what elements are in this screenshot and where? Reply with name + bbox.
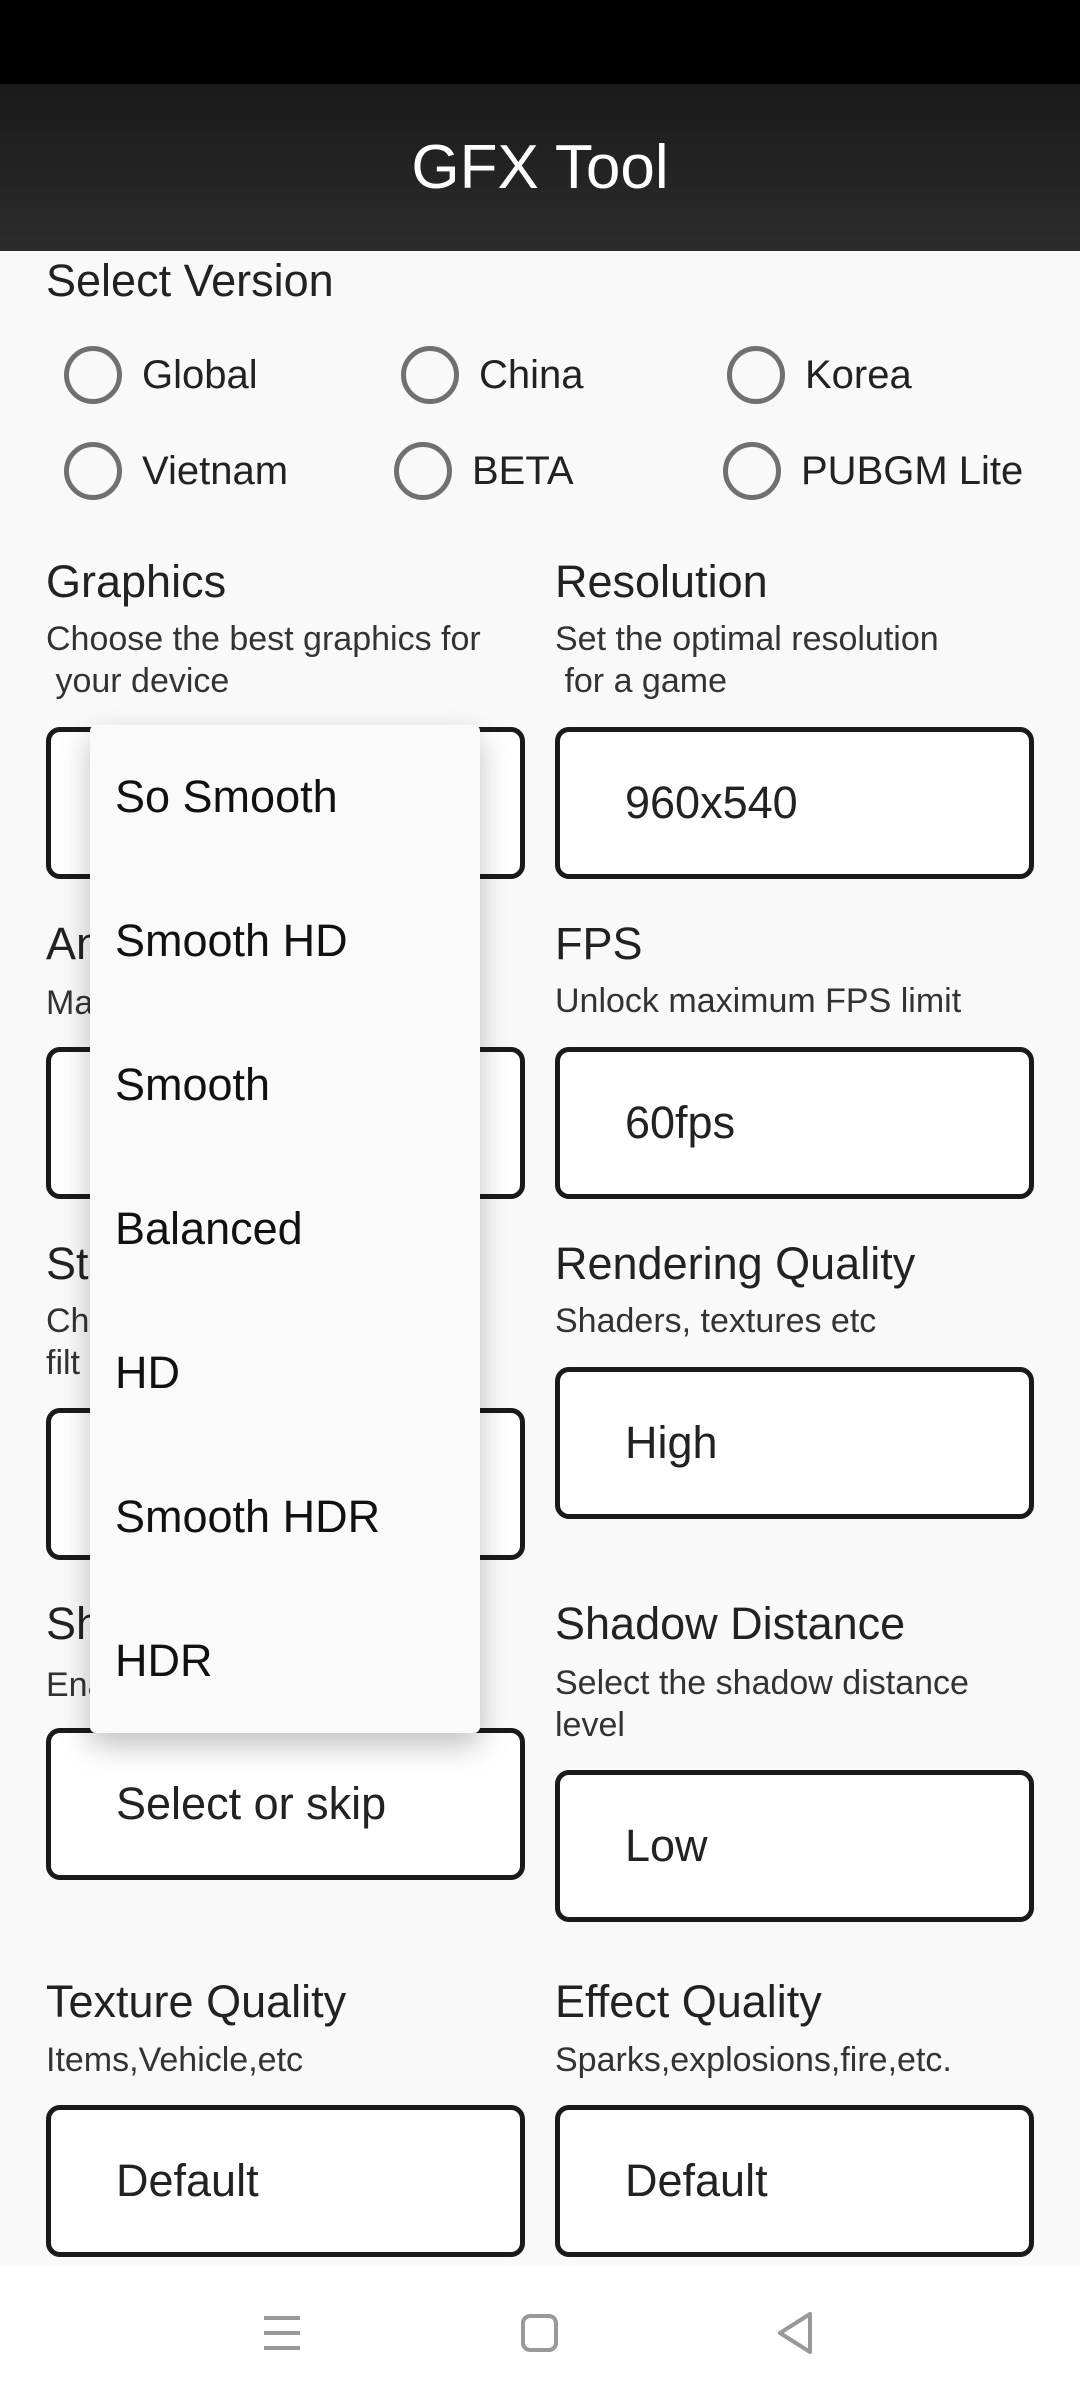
shadows-select[interactable]: Select or skip bbox=[46, 1728, 525, 1880]
rendering-quality-label: Rendering Quality bbox=[555, 1238, 916, 1289]
radio-pubgm-lite[interactable]: PUBGM Lite bbox=[723, 442, 1023, 500]
antialiasing-desc: Ma bbox=[46, 984, 94, 1022]
radio-circle-icon bbox=[723, 442, 781, 500]
radio-global[interactable]: Global bbox=[64, 346, 258, 404]
radio-circle-icon bbox=[727, 346, 785, 404]
radio-circle-icon bbox=[394, 442, 452, 500]
option-so-smooth[interactable]: So Smooth bbox=[90, 725, 480, 869]
resolution-select[interactable]: 960x540 bbox=[555, 727, 1034, 879]
fps-label: FPS bbox=[555, 918, 643, 969]
option-smooth-hdr[interactable]: Smooth HDR bbox=[90, 1445, 480, 1589]
option-smooth-hd[interactable]: Smooth HD bbox=[90, 869, 480, 1013]
rendering-quality-desc: Shaders, textures etc bbox=[555, 1302, 877, 1340]
radio-vietnam[interactable]: Vietnam bbox=[64, 442, 288, 500]
resolution-label: Resolution bbox=[555, 556, 768, 607]
texture-quality-desc: Items,Vehicle,etc bbox=[46, 2041, 304, 2079]
fps-desc: Unlock maximum FPS limit bbox=[555, 982, 962, 1020]
effect-quality-label: Effect Quality bbox=[555, 1976, 822, 2027]
rendering-quality-select[interactable]: High bbox=[555, 1367, 1034, 1519]
select-version-label: Select Version bbox=[46, 255, 334, 306]
effect-quality-desc: Sparks,explosions,fire,etc. bbox=[555, 2041, 952, 2079]
radio-circle-icon bbox=[64, 346, 122, 404]
texture-quality-select[interactable]: Default bbox=[46, 2105, 525, 2257]
navigation-bar bbox=[0, 2265, 1080, 2400]
app-title: GFX Tool bbox=[411, 133, 669, 202]
radio-beta[interactable]: BETA bbox=[394, 442, 574, 500]
back-icon[interactable] bbox=[776, 2311, 816, 2355]
shadow-distance-select[interactable]: Low bbox=[555, 1770, 1034, 1922]
radio-china[interactable]: China bbox=[401, 346, 584, 404]
radio-korea[interactable]: Korea bbox=[727, 346, 912, 404]
shadow-distance-label: Shadow Distance bbox=[555, 1598, 906, 1649]
shadow-distance-desc: Select the shadow distance level bbox=[555, 1664, 969, 1744]
fps-select[interactable]: 60fps bbox=[555, 1047, 1034, 1199]
option-smooth[interactable]: Smooth bbox=[90, 1013, 480, 1157]
style-label: St bbox=[46, 1238, 89, 1289]
status-bar bbox=[0, 0, 1080, 84]
radio-circle-icon bbox=[64, 442, 122, 500]
graphics-desc: Choose the best graphics for your device bbox=[46, 620, 481, 700]
graphics-dropdown-menu: So Smooth Smooth HD Smooth Balanced HD S… bbox=[90, 725, 480, 1733]
radio-circle-icon bbox=[401, 346, 459, 404]
style-desc: Ch filt bbox=[46, 1302, 90, 1382]
menu-icon[interactable] bbox=[262, 2315, 302, 2351]
option-hd[interactable]: HD bbox=[90, 1301, 480, 1445]
home-icon[interactable] bbox=[520, 2313, 560, 2353]
resolution-desc: Set the optimal resolution for a game bbox=[555, 620, 939, 700]
graphics-label: Graphics bbox=[46, 556, 227, 607]
effect-quality-select[interactable]: Default bbox=[555, 2105, 1034, 2257]
option-balanced[interactable]: Balanced bbox=[90, 1157, 480, 1301]
app-header: GFX Tool bbox=[0, 84, 1080, 251]
option-hdr[interactable]: HDR bbox=[90, 1589, 480, 1733]
texture-quality-label: Texture Quality bbox=[46, 1976, 347, 2027]
